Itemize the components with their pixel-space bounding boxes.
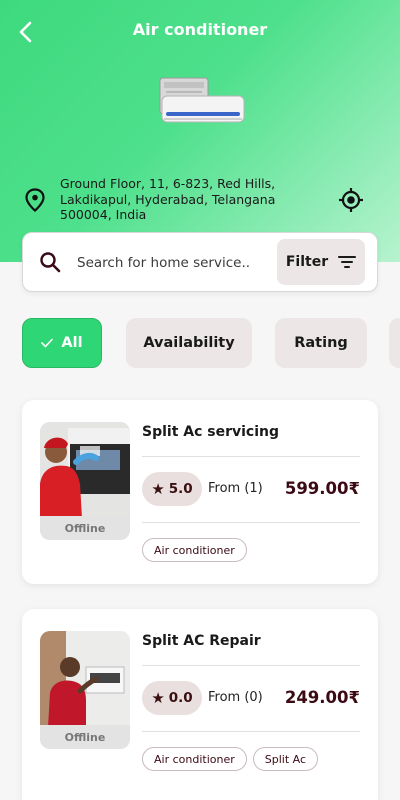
service-photo [40, 631, 130, 727]
filter-label: Filter [285, 254, 329, 270]
category-tag[interactable]: Air conditioner [142, 747, 247, 771]
service-title: Split AC Repair [142, 633, 261, 649]
service-title: Split Ac servicing [142, 424, 280, 440]
divider [142, 522, 360, 523]
review-count: From (1) [208, 481, 263, 496]
search-input[interactable] [77, 251, 251, 275]
rating-value: 0.0 [168, 690, 193, 706]
star-icon: ★ [151, 480, 165, 498]
filter-lines-icon [338, 256, 357, 268]
service-card[interactable]: Offline Split Ac servicing ★ 5.0 From (1… [22, 400, 378, 584]
service-card[interactable]: Offline Split AC Repair ★ 0.0 From (0) 2… [22, 609, 378, 800]
chip-more[interactable] [389, 318, 400, 368]
filter-button[interactable]: Filter [277, 239, 365, 285]
divider [142, 456, 360, 457]
page-title: Air conditioner [132, 20, 268, 39]
chip-label: All [61, 335, 83, 351]
status-badge: Offline [40, 725, 130, 749]
service-thumbnail: Offline [40, 631, 130, 749]
category-tag[interactable]: Split Ac [252, 747, 319, 771]
category-tag[interactable]: Air conditioner [142, 538, 247, 562]
tag-list: Air conditioner [142, 538, 247, 562]
divider [142, 665, 360, 666]
review-count: From (0) [208, 690, 263, 705]
rating-value: 5.0 [168, 481, 193, 497]
search-bar: Filter [22, 232, 378, 292]
chip-all[interactable]: All [22, 318, 102, 368]
divider [142, 731, 360, 732]
star-icon: ★ [151, 689, 165, 707]
header-banner: Air conditioner Ground Floor, 11, 6-823,… [0, 0, 400, 262]
gps-target-icon[interactable] [338, 187, 364, 213]
status-badge: Offline [40, 516, 130, 540]
chip-availability[interactable]: Availability [126, 318, 252, 368]
service-photo [40, 422, 130, 518]
air-conditioner-illustration [159, 77, 245, 123]
service-price: 249.00₹ [284, 688, 360, 707]
service-price: 599.00₹ [284, 479, 360, 498]
tag-list: Air conditioner Split Ac [142, 747, 319, 771]
search-icon [40, 252, 61, 273]
location-address[interactable]: Ground Floor, 11, 6-823, Red Hills, Lakd… [60, 176, 310, 223]
chip-rating[interactable]: Rating [275, 318, 367, 368]
rating-badge: ★ 5.0 [142, 472, 202, 506]
rating-badge: ★ 0.0 [142, 681, 202, 715]
service-thumbnail: Offline [40, 422, 130, 540]
check-icon [41, 338, 54, 348]
location-pin-icon [25, 188, 45, 212]
filter-chips: All Availability Rating [0, 318, 400, 370]
chip-label: Availability [143, 335, 235, 351]
chip-label: Rating [294, 335, 348, 351]
